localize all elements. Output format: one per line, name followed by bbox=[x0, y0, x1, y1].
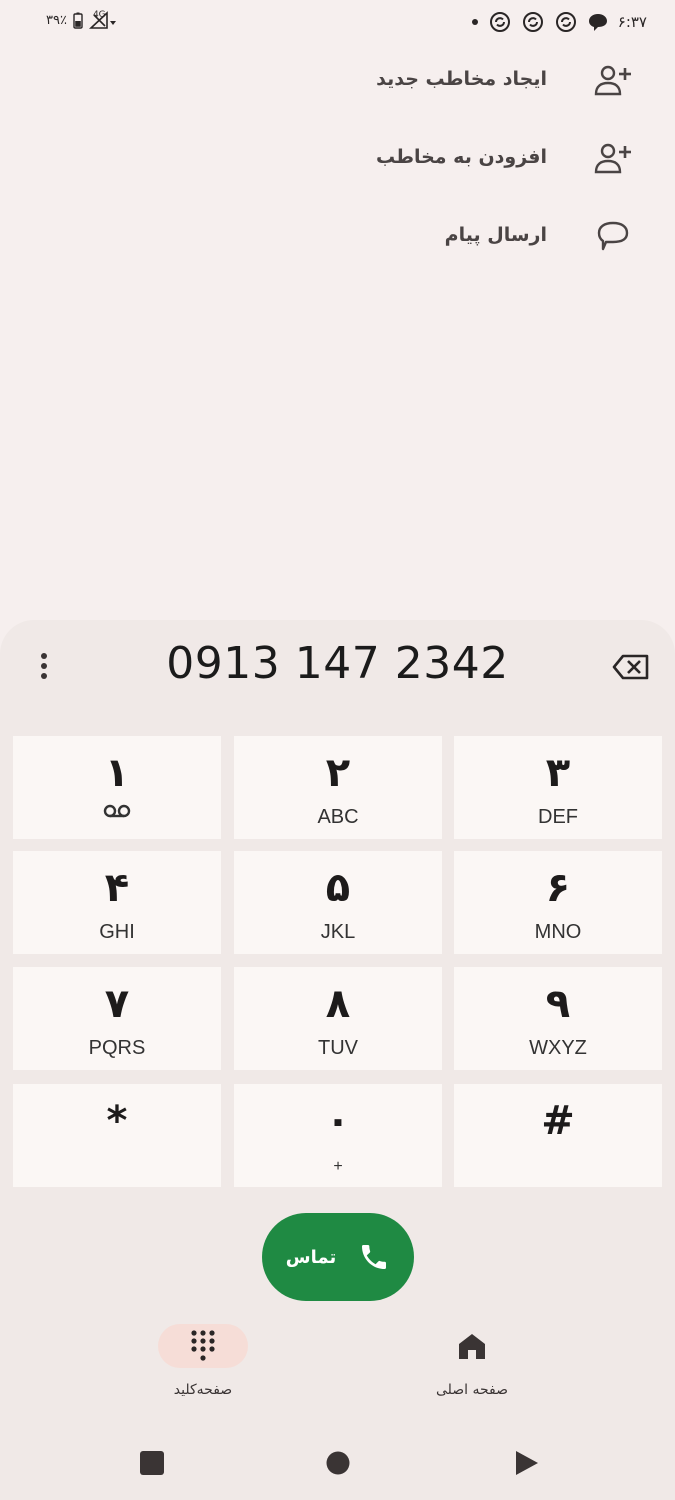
add-person-icon bbox=[593, 62, 633, 98]
key-digit: ۲ bbox=[325, 750, 351, 796]
key-digit: * bbox=[106, 1098, 128, 1144]
create-new-contact-row[interactable]: ایجاد مخاطب جدید bbox=[0, 46, 675, 116]
key-letters: DEF bbox=[538, 806, 578, 828]
key-1[interactable]: ۱ bbox=[13, 736, 221, 839]
network-type: 4G bbox=[92, 10, 106, 20]
phone-icon bbox=[358, 1241, 390, 1273]
back-triangle-icon[interactable] bbox=[511, 1448, 541, 1478]
call-button[interactable]: تماس bbox=[262, 1213, 414, 1301]
bottom-nav: صفحه‌کلید صفحه اصلی bbox=[0, 1324, 675, 1424]
status-left: ۳۹٪ 4G bbox=[46, 10, 116, 29]
status-bar: ۳۹٪ 4G ۶:۳۷ bbox=[0, 0, 675, 46]
create-new-contact-label: ایجاد مخاطب جدید bbox=[376, 68, 547, 90]
sync-icon bbox=[554, 11, 578, 33]
more-vert-icon[interactable] bbox=[26, 646, 62, 686]
nav-keypad-label: صفحه‌کلید bbox=[173, 1382, 233, 1398]
key-digit: # bbox=[541, 1098, 575, 1144]
key-letters: TUV bbox=[318, 1037, 358, 1059]
key-7[interactable]: ۷ PQRS bbox=[13, 967, 221, 1070]
key-2[interactable]: ۲ ABC bbox=[234, 736, 442, 839]
number-row: 0913 147 2342 bbox=[0, 620, 675, 715]
nav-home-label: صفحه اصلی bbox=[435, 1382, 509, 1398]
nav-home[interactable]: صفحه اصلی bbox=[382, 1324, 562, 1398]
add-to-contact-label: افزودن به مخاطب bbox=[375, 146, 547, 168]
voicemail-icon bbox=[13, 804, 221, 818]
dialed-number[interactable]: 0913 147 2342 bbox=[80, 638, 595, 689]
key-hash[interactable]: # bbox=[454, 1084, 662, 1187]
key-9[interactable]: ۹ WXYZ bbox=[454, 967, 662, 1070]
key-0[interactable]: ۰ + bbox=[234, 1084, 442, 1187]
send-message-row[interactable]: ارسال پیام bbox=[0, 202, 675, 272]
dialer-sheet: 0913 147 2342 ۱ ۲ ABC ۳ DEF ۴ GHI ۵ JKL bbox=[0, 620, 675, 1500]
key-digit: ۴ bbox=[104, 865, 130, 911]
key-star[interactable]: * bbox=[13, 1084, 221, 1187]
key-digit: ۰ bbox=[325, 1098, 351, 1144]
key-5[interactable]: ۵ JKL bbox=[234, 851, 442, 954]
key-digit: ۷ bbox=[104, 981, 130, 1027]
status-right: ۶:۳۷ bbox=[471, 11, 647, 33]
dot-icon bbox=[471, 18, 479, 26]
key-4[interactable]: ۴ GHI bbox=[13, 851, 221, 954]
key-8[interactable]: ۸ TUV bbox=[234, 967, 442, 1070]
message-bubble-icon bbox=[593, 218, 633, 254]
key-digit: ۵ bbox=[325, 865, 351, 911]
key-digit: ۶ bbox=[545, 865, 571, 911]
key-letters: GHI bbox=[99, 921, 135, 943]
system-nav-bar bbox=[0, 1430, 675, 1494]
dialpad-icon bbox=[158, 1324, 248, 1368]
nav-keypad[interactable]: صفحه‌کلید bbox=[113, 1324, 293, 1398]
key-3[interactable]: ۳ DEF bbox=[454, 736, 662, 839]
send-message-label: ارسال پیام bbox=[444, 224, 547, 246]
backspace-icon[interactable] bbox=[611, 650, 651, 684]
add-person-icon bbox=[593, 140, 633, 176]
key-digit: ۹ bbox=[545, 981, 571, 1027]
key-digit: ۱ bbox=[104, 750, 130, 796]
key-letters: MNO bbox=[534, 921, 582, 943]
status-time: ۶:۳۷ bbox=[617, 13, 647, 31]
key-letters: + bbox=[333, 1158, 343, 1175]
chat-bubble-icon bbox=[587, 12, 609, 32]
key-letters: JKL bbox=[320, 921, 356, 943]
sync-icon bbox=[488, 11, 512, 33]
key-digit: ۸ bbox=[325, 981, 351, 1027]
key-letters: ABC bbox=[317, 806, 359, 828]
key-letters: PQRS bbox=[88, 1037, 146, 1059]
battery-percent: ۳۹٪ bbox=[46, 12, 67, 28]
sync-icon bbox=[521, 11, 545, 33]
key-digit: ۳ bbox=[545, 750, 571, 796]
add-to-contact-row[interactable]: افزودن به مخاطب bbox=[0, 124, 675, 194]
key-letters: WXYZ bbox=[529, 1037, 587, 1059]
home-circle-icon[interactable] bbox=[323, 1448, 353, 1478]
call-label: تماس bbox=[285, 1246, 337, 1268]
key-6[interactable]: ۶ MNO bbox=[454, 851, 662, 954]
recents-icon[interactable] bbox=[137, 1448, 167, 1478]
battery-icon bbox=[73, 12, 83, 29]
home-icon bbox=[427, 1324, 517, 1368]
